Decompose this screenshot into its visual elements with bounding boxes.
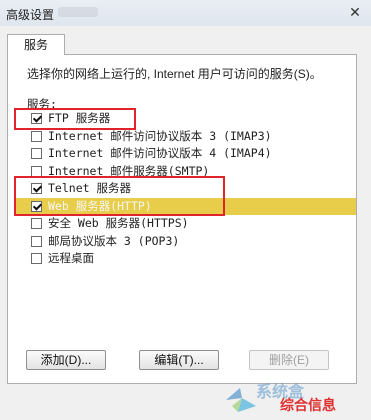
service-row[interactable]: Internet 邮件访问协议版本 4 (IMAP4) [14, 145, 356, 163]
service-checkbox[interactable] [31, 200, 42, 212]
service-label: 邮局协议版本 3 (POP3) [48, 233, 180, 248]
service-label: Internet 邮件访问协议版本 3 (IMAP3) [48, 128, 272, 143]
service-label: Internet 邮件访问协议版本 4 (IMAP4) [48, 146, 272, 160]
service-label: Internet 邮件服务器(SMTP) [48, 163, 210, 178]
services-description: 选择你的网络上运行的, Internet 用户可访问的服务(S)。 [27, 67, 322, 81]
service-row[interactable]: FTP 服务器 [14, 110, 356, 128]
service-checkbox[interactable] [31, 113, 42, 124]
service-checkbox[interactable] [31, 183, 42, 194]
service-row[interactable]: Internet 邮件服务器(SMTP) [14, 163, 356, 181]
tab-services[interactable]: 服务 [7, 34, 65, 55]
service-label: Telnet 服务器 [48, 181, 131, 195]
service-checkbox[interactable] [31, 165, 42, 177]
service-checkbox[interactable] [31, 130, 42, 142]
service-row[interactable]: 远程桌面 [14, 250, 356, 268]
service-label: 远程桌面 [48, 251, 94, 265]
service-row[interactable]: Internet 邮件访问协议版本 3 (IMAP3) [14, 128, 356, 146]
title-bar: 高级设置 ✕ [0, 0, 371, 26]
service-checkbox[interactable] [31, 235, 42, 247]
service-label: 安全 Web 服务器(HTTPS) [48, 216, 189, 230]
delete-button[interactable]: 删除(E) [249, 350, 329, 370]
watermark-logo: 系统盒 综合信息 [222, 378, 368, 418]
service-row[interactable]: Telnet 服务器 [14, 180, 356, 198]
service-checkbox[interactable] [31, 218, 42, 229]
title-blur [58, 7, 98, 17]
watermark-brand: 综合信息 [280, 397, 336, 413]
services-list[interactable]: FTP 服务器 Internet 邮件访问协议版本 3 (IMAP3) Intern… [14, 110, 356, 268]
service-checkbox[interactable] [31, 148, 42, 159]
service-row[interactable]: 安全 Web 服务器(HTTPS) [14, 215, 356, 233]
service-row[interactable]: 邮局协议版本 3 (POP3) [14, 233, 356, 251]
edit-button[interactable]: 编辑(T)... [139, 350, 219, 370]
service-label: Web 服务器(HTTP) [48, 198, 152, 213]
add-button[interactable]: 添加(D)... [26, 350, 106, 370]
service-label: FTP 服务器 [48, 111, 111, 125]
close-icon[interactable]: ✕ [345, 3, 365, 21]
window-title: 高级设置 [6, 8, 55, 22]
service-checkbox[interactable] [31, 253, 42, 264]
service-row[interactable]: Web 服务器(HTTP) [14, 197, 356, 215]
